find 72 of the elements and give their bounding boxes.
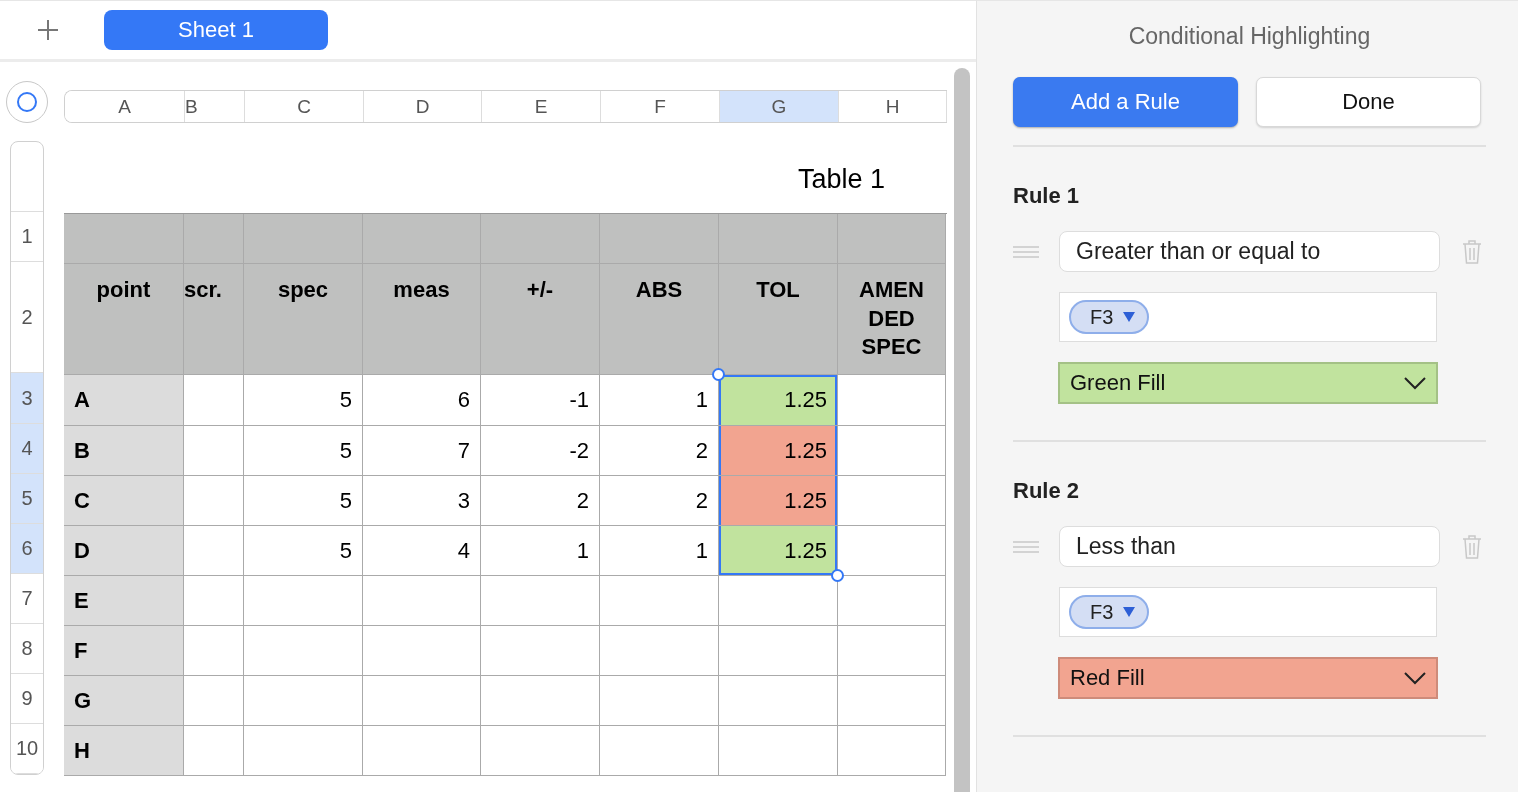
rule-title: Rule 2 [1013,478,1081,504]
header-cell: spec [244,264,363,375]
row-header[interactable]: 6 [11,524,43,574]
chevron-down-icon [1404,671,1426,685]
column-header[interactable]: G [720,91,839,122]
table-cell [184,476,244,526]
header-cell: scr. [184,264,244,375]
style-dropdown[interactable]: Green Fill [1058,362,1438,404]
cell-reference-token[interactable]: F3 [1069,300,1150,334]
header-cell: point [64,264,184,375]
column-header[interactable]: B [185,91,245,122]
table-cell: 7 [363,426,481,476]
row-label-cell: E [64,576,184,626]
table-title: Table 1 [797,163,885,195]
table-cell: 1.25 [719,426,838,476]
row-label-cell: H [64,726,184,776]
triangle-down-icon [1123,312,1136,322]
table-cell: 6 [363,375,481,426]
selection-handle[interactable] [831,569,844,582]
rule-title: Rule 1 [1013,183,1081,209]
style-dropdown[interactable]: Red Fill [1058,657,1438,699]
chevron-down-icon [1404,376,1426,390]
table-cell [184,576,244,626]
row-label-cell: A [64,375,184,426]
table-cell [184,626,244,676]
row-header[interactable]: 3 [11,373,43,424]
panel-title: Conditional Highlighting [1127,21,1372,51]
table-cell: -1 [481,375,600,426]
row-label-cell: D [64,526,184,576]
table-cell [184,426,244,476]
done-button[interactable]: Done [1256,77,1481,127]
table-cell: 5 [244,526,363,576]
row-label-cell: G [64,676,184,726]
row-label-cell: C [64,476,184,526]
header-cell: AMEN DED SPEC [838,264,946,375]
value-field[interactable]: F3 [1059,292,1437,342]
row-header[interactable]: 4 [11,424,43,474]
drag-handle-icon[interactable] [1013,540,1039,553]
table-cell [184,526,244,576]
sheet-tab[interactable]: Sheet 1 [104,10,328,50]
condition-field[interactable]: Less than [1059,526,1440,567]
table-cell: -2 [481,426,600,476]
column-header[interactable]: A [65,91,185,122]
add-sheet-icon[interactable] [36,18,60,42]
row-header[interactable]: 5 [11,474,43,524]
condition-field[interactable]: Greater than or equal to [1059,231,1440,272]
header-cell: TOL [719,264,838,375]
add-rule-button[interactable]: Add a Rule [1013,77,1238,127]
table-cell [184,726,244,776]
table-cell: 2 [481,476,600,526]
table-cell [184,676,244,726]
table-cell: 5 [244,476,363,526]
value-field[interactable]: F3 [1059,587,1437,637]
scrollbar[interactable] [954,68,970,792]
header-cell [184,214,244,264]
trash-icon[interactable] [1462,238,1482,265]
table-cell: 3 [363,476,481,526]
header-cell: +/- [481,264,600,375]
row-label-cell: B [64,426,184,476]
row-label-cell: F [64,626,184,676]
table-cell: 4 [363,526,481,576]
header-cell: meas [363,264,481,375]
table-cell: 1.25 [719,476,838,526]
cell-reference-token[interactable]: F3 [1069,595,1150,629]
table-cell: 5 [244,375,363,426]
triangle-down-icon [1123,607,1136,617]
header-cell: ABS [600,264,719,375]
trash-icon[interactable] [1462,533,1482,560]
table-cell: 5 [244,426,363,476]
drag-handle-icon[interactable] [1013,245,1039,258]
table-cell [184,375,244,426]
table-cell: 1 [481,526,600,576]
